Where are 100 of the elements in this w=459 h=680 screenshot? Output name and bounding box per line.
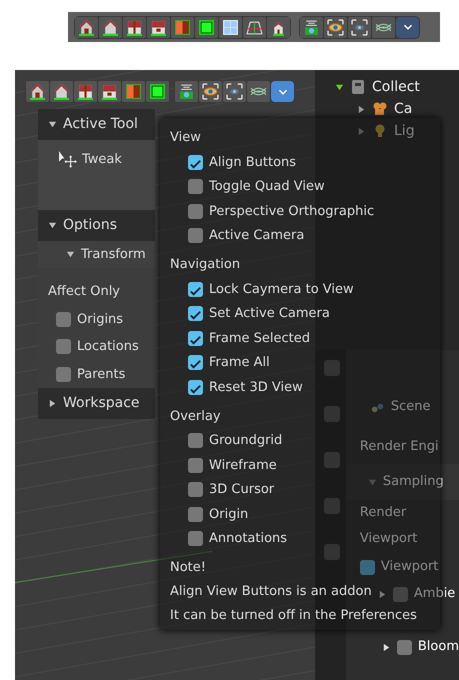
checkbox[interactable] <box>188 306 203 322</box>
eye-icon <box>226 83 243 100</box>
checkbox[interactable] <box>392 586 408 602</box>
menu-item-label[interactable]: Set Active Camera <box>209 304 330 324</box>
expanded-triangle-icon[interactable] <box>48 221 57 230</box>
menu-item-label[interactable]: 3D Cursor <box>209 480 274 500</box>
toolbar-button[interactable] <box>324 16 347 38</box>
menu-item-label[interactable]: Groundgrid <box>209 431 282 450</box>
toolbar-button[interactable] <box>195 16 218 38</box>
toolbar-button[interactable] <box>243 16 266 38</box>
checkbox[interactable] <box>396 640 412 654</box>
house-icon <box>53 83 70 100</box>
toolbar-button[interactable] <box>267 16 290 38</box>
checkbox[interactable] <box>188 458 203 473</box>
note-title: Note! <box>170 559 206 578</box>
menu-item-label[interactable]: Frame All <box>209 353 270 372</box>
checkbox[interactable] <box>188 380 203 395</box>
expanded-triangle-icon[interactable] <box>335 82 344 92</box>
checkbox-label[interactable]: Parents <box>77 364 126 384</box>
dropdown-button[interactable] <box>396 16 419 38</box>
door-icon <box>174 18 191 36</box>
checkbox[interactable] <box>188 228 203 244</box>
dropdown-button[interactable] <box>271 81 294 102</box>
menu-item-label[interactable]: Annotations <box>209 529 288 548</box>
checkbox-label[interactable]: Viewport <box>380 557 438 577</box>
toolbar-button[interactable] <box>99 16 122 38</box>
house-icon <box>78 18 95 36</box>
toolbar-button[interactable] <box>223 81 246 102</box>
checkbox[interactable] <box>188 204 203 219</box>
toolbar-button[interactable] <box>348 16 371 38</box>
checkbox[interactable] <box>188 282 203 297</box>
toolbar-button[interactable] <box>98 81 121 102</box>
house-icon <box>29 83 46 100</box>
expanded-triangle-icon[interactable] <box>48 120 57 129</box>
square-icon <box>198 18 215 36</box>
checkbox[interactable] <box>188 154 203 170</box>
field-label: Render Engi <box>360 438 439 456</box>
tool-name[interactable]: Tweak <box>82 150 122 170</box>
checkbox[interactable] <box>56 339 71 354</box>
menu-item-label[interactable]: Perspective Orthographic <box>209 202 374 221</box>
house-icon <box>126 18 143 36</box>
checkbox[interactable] <box>188 179 203 194</box>
checkbox[interactable] <box>56 312 71 327</box>
subpanel-header[interactable]: Ambie <box>414 584 456 604</box>
collapsed-triangle-icon[interactable] <box>382 642 391 652</box>
toolbar-button[interactable] <box>175 81 198 102</box>
toolbar-button[interactable] <box>247 81 270 102</box>
house-icon <box>150 18 167 36</box>
menu-item-label[interactable]: Wireframe <box>209 456 277 475</box>
collapsed-triangle-icon[interactable] <box>48 399 57 408</box>
menu-item-label[interactable]: Frame Selected <box>209 328 310 348</box>
subpanel-header[interactable]: Bloom <box>418 637 459 657</box>
toolbar-button[interactable] <box>75 16 98 38</box>
panel-header[interactable]: Sampling <box>382 472 444 492</box>
outliner-item[interactable]: Ca <box>394 98 412 120</box>
checkbox[interactable] <box>188 482 203 498</box>
checkbox[interactable] <box>360 560 375 574</box>
checkbox-label[interactable]: Origins <box>77 310 124 329</box>
door-icon <box>125 83 142 100</box>
menu-item-label[interactable]: Toggle Quad View <box>209 177 325 196</box>
expanded-triangle-icon[interactable] <box>66 250 75 259</box>
menu-heading: View <box>170 129 201 148</box>
toolbar-button[interactable] <box>300 16 323 38</box>
checkbox[interactable] <box>188 433 203 448</box>
toolbar-button[interactable] <box>199 81 222 102</box>
checkbox[interactable] <box>188 355 203 370</box>
toolbar-button[interactable] <box>26 81 49 102</box>
toolbar-button[interactable] <box>123 16 146 38</box>
toolbar-button[interactable] <box>171 16 194 38</box>
menu-item-label[interactable]: Align Buttons <box>209 152 296 172</box>
checkbox[interactable] <box>188 531 203 546</box>
toolbar-button[interactable] <box>50 81 73 102</box>
toolbar-button[interactable] <box>146 81 169 102</box>
eye-icon <box>351 18 368 36</box>
checkbox-label[interactable]: Locations <box>77 337 139 356</box>
outliner-item[interactable]: Lig <box>394 120 415 142</box>
toolbar-button[interactable] <box>147 16 170 38</box>
eye-icon <box>202 83 219 100</box>
eye-icon <box>327 18 344 36</box>
toolbar-button[interactable] <box>372 16 395 38</box>
menu-item-label[interactable]: Reset 3D View <box>209 378 303 397</box>
cursor-move-icon <box>58 150 78 169</box>
menu-heading: Navigation <box>170 256 240 274</box>
collapsed-triangle-icon[interactable] <box>357 104 366 114</box>
checkbox[interactable] <box>188 506 203 522</box>
square-icon <box>149 83 166 100</box>
checkbox[interactable] <box>56 366 71 382</box>
properties-title: Scene <box>390 398 431 416</box>
outliner-item[interactable]: Collect <box>372 76 420 98</box>
window-icon <box>222 18 239 36</box>
collection-icon <box>350 79 366 95</box>
toolbar-button[interactable] <box>219 16 242 38</box>
toolbar-button[interactable] <box>74 81 97 102</box>
checkbox[interactable] <box>188 330 203 346</box>
row-label: Render <box>360 504 406 522</box>
menu-item-label[interactable]: Lock Caymera to View <box>209 280 354 299</box>
perspective-icon <box>246 18 263 36</box>
house-icon <box>77 83 94 100</box>
menu-item-label[interactable]: Active Camera <box>209 226 304 246</box>
menu-item-label[interactable]: Origin <box>209 504 248 524</box>
